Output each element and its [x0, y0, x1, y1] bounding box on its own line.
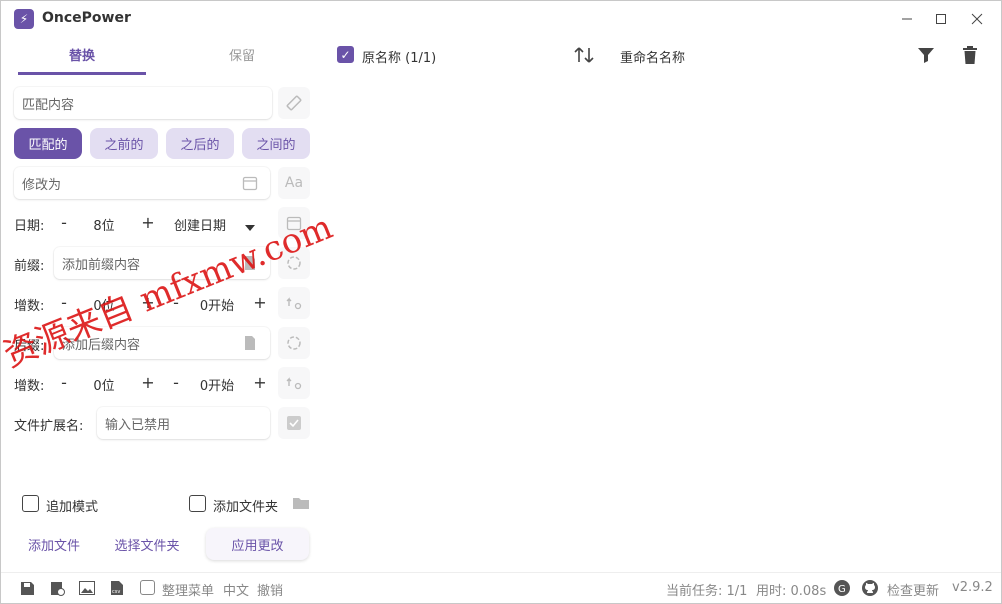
- close-icon[interactable]: [963, 7, 991, 31]
- status-bar: csv 整理菜单 中文 撤销 当前任务: 1/1 用时: 0.08s G 检查更…: [1, 572, 1001, 603]
- increment-start-minus[interactable]: -: [168, 293, 184, 312]
- save-icon[interactable]: [19, 580, 35, 596]
- chevron-down-icon[interactable]: [245, 220, 255, 235]
- csv-file-icon[interactable]: csv: [109, 580, 125, 596]
- suffix-refresh-icon[interactable]: [278, 327, 310, 359]
- increment2-digits-minus[interactable]: -: [56, 373, 72, 392]
- add-folder-label: 添加文件夹: [213, 500, 279, 515]
- match-placeholder: 匹配内容: [22, 97, 75, 113]
- increment-digits-value[interactable]: 0位: [79, 295, 129, 314]
- svg-text:G: G: [838, 584, 846, 595]
- github-icon[interactable]: [861, 579, 879, 597]
- prefix-refresh-icon[interactable]: [278, 247, 310, 279]
- date-type-select[interactable]: 创建日期: [174, 215, 226, 234]
- trash-icon[interactable]: [961, 45, 979, 69]
- increment2-digits-plus[interactable]: +: [140, 373, 156, 392]
- history-icon[interactable]: [49, 580, 65, 596]
- mode-after[interactable]: 之后的: [166, 128, 234, 159]
- add-file-button[interactable]: 添加文件: [14, 528, 94, 560]
- mode-before[interactable]: 之前的: [90, 128, 158, 159]
- extension-input[interactable]: 输入已禁用: [97, 407, 270, 439]
- extension-checkbox-icon[interactable]: [278, 407, 310, 439]
- original-name-header[interactable]: 原名称 (1/1): [362, 47, 436, 66]
- date-digits-value[interactable]: 8位: [79, 215, 129, 234]
- suffix-placeholder: 添加后缀内容: [62, 337, 141, 353]
- time-used-status: 用时: 0.08s: [756, 584, 827, 599]
- modify-input[interactable]: 修改为: [14, 167, 270, 199]
- date-label: 日期:: [14, 219, 45, 234]
- prefix-placeholder: 添加前缀内容: [62, 257, 141, 273]
- gitee-icon[interactable]: G: [833, 579, 851, 597]
- increment2-order-icon[interactable]: [278, 367, 310, 399]
- prefix-file-icon[interactable]: [242, 255, 258, 275]
- extension-label: 文件扩展名:: [14, 419, 84, 434]
- language-toggle[interactable]: 中文: [223, 580, 249, 599]
- increment-digits-minus[interactable]: -: [56, 293, 72, 312]
- title-bar: ⚡ OncePower: [1, 1, 1001, 37]
- increment2-start-plus[interactable]: +: [252, 373, 268, 392]
- filter-icon[interactable]: [917, 46, 935, 68]
- increment2-digits-value[interactable]: 0位: [79, 375, 129, 394]
- tab-keep[interactable]: 保留: [178, 45, 306, 75]
- apply-changes-button[interactable]: 应用更改: [206, 528, 309, 560]
- select-folder-button[interactable]: 选择文件夹: [102, 528, 192, 560]
- organize-menu-label: 整理菜单: [162, 584, 215, 599]
- append-mode-label: 追加模式: [46, 500, 99, 515]
- date-minus-button[interactable]: -: [56, 213, 72, 232]
- date-plus-button[interactable]: +: [140, 213, 156, 232]
- increment2-start-minus[interactable]: -: [168, 373, 184, 392]
- maximize-icon[interactable]: [927, 7, 955, 31]
- image-icon[interactable]: [79, 580, 95, 596]
- tab-replace[interactable]: 替换: [18, 45, 146, 75]
- check-update-button[interactable]: 检查更新: [887, 580, 939, 599]
- ruler-icon[interactable]: [278, 87, 310, 119]
- match-input[interactable]: 匹配内容: [14, 87, 272, 119]
- increment2-start-value[interactable]: 0开始: [187, 375, 247, 394]
- folder-icon[interactable]: [292, 495, 310, 515]
- mode-between[interactable]: 之间的: [242, 128, 310, 159]
- suffix-input[interactable]: 添加后缀内容: [54, 327, 270, 359]
- rename-name-header[interactable]: 重命名名称: [620, 47, 685, 66]
- svg-text:csv: csv: [112, 589, 120, 595]
- app-window: ⚡ OncePower 替换 保留 匹配内容 匹配的 之前的 之后的 之间的 修…: [0, 0, 1002, 604]
- append-mode-checkbox[interactable]: [22, 495, 39, 512]
- current-task-status: 当前任务: 1/1: [666, 584, 748, 599]
- calendar-icon[interactable]: [242, 175, 258, 195]
- font-case-icon[interactable]: Aa: [278, 167, 310, 199]
- increment-digits-plus[interactable]: +: [140, 293, 156, 312]
- app-logo-icon: ⚡: [14, 9, 34, 29]
- organize-menu-checkbox[interactable]: [140, 580, 155, 595]
- increment-label: 增数:: [14, 299, 45, 314]
- add-folder-checkbox[interactable]: [189, 495, 206, 512]
- select-all-checkbox[interactable]: ✓: [337, 46, 354, 63]
- app-title: OncePower: [42, 10, 131, 26]
- extension-placeholder: 输入已禁用: [105, 417, 171, 433]
- version-label: v2.9.2: [952, 580, 993, 595]
- suffix-file-icon[interactable]: [242, 335, 258, 355]
- increment2-label: 增数:: [14, 379, 45, 394]
- date-calendar-icon[interactable]: [278, 207, 310, 239]
- prefix-label: 前缀:: [14, 259, 45, 274]
- minimize-icon[interactable]: [893, 7, 921, 31]
- increment-start-value[interactable]: 0开始: [187, 295, 247, 314]
- mode-match[interactable]: 匹配的: [14, 128, 82, 159]
- undo-button[interactable]: 撤销: [257, 580, 283, 599]
- increment-start-plus[interactable]: +: [252, 293, 268, 312]
- suffix-label: 后缀:: [14, 339, 45, 354]
- prefix-input[interactable]: 添加前缀内容: [54, 247, 270, 279]
- sort-swap-icon[interactable]: [573, 45, 595, 69]
- modify-placeholder: 修改为: [22, 177, 62, 193]
- increment-order-icon[interactable]: [278, 287, 310, 319]
